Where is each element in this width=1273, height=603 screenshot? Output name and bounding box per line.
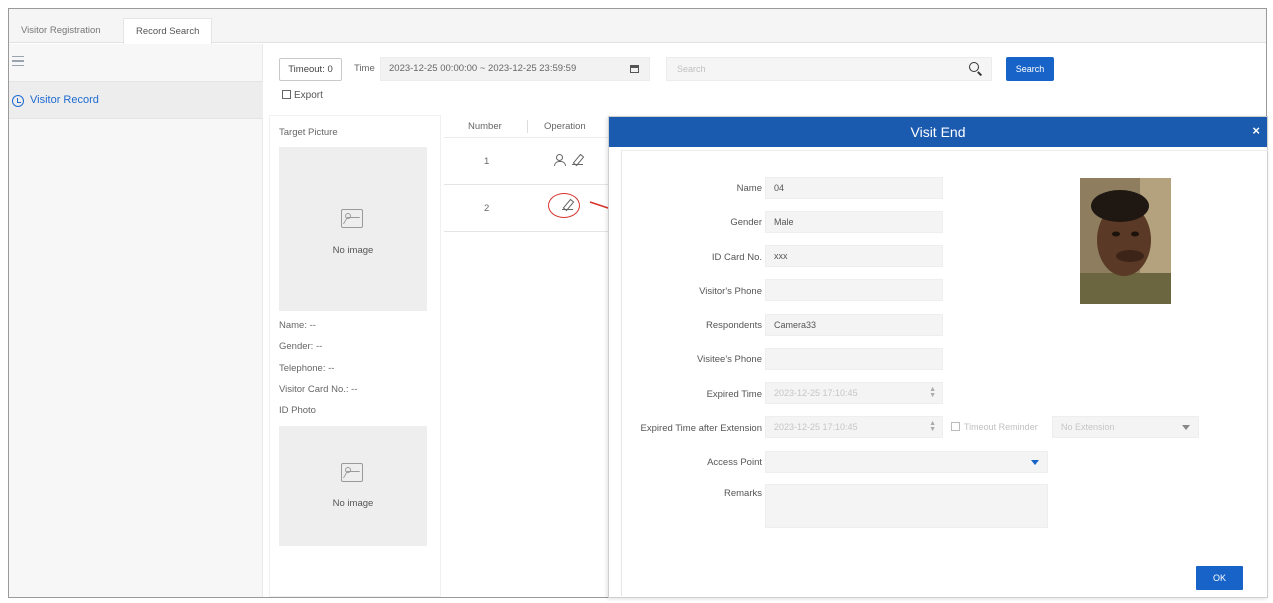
- search-input[interactable]: Search: [666, 57, 992, 81]
- person-icon[interactable]: [554, 154, 566, 166]
- extension-select[interactable]: No Extension: [1052, 416, 1199, 438]
- spinner-icon[interactable]: ▲ ▼: [929, 420, 936, 433]
- sidebar-item-label: Visitor Record: [30, 94, 99, 106]
- chevron-down-icon: [1182, 425, 1190, 430]
- sidebar: Visitor Record: [9, 44, 263, 597]
- gender-label: Gender: [730, 217, 762, 228]
- expired-ext-value: 2023-12-25 17:10:45: [774, 422, 858, 432]
- respondents-field[interactable]: Camera33: [765, 314, 943, 336]
- no-image-text: No image: [332, 498, 374, 509]
- table-header: Number Operation: [444, 115, 608, 138]
- timeout-reminder-checkbox[interactable]: [951, 422, 960, 431]
- id-card-label: ID Card No.: [711, 252, 762, 263]
- sidebar-item-visitor-record[interactable]: Visitor Record: [9, 81, 263, 119]
- target-picture-title: Target Picture: [279, 127, 338, 138]
- info-id-photo: ID Photo: [279, 405, 316, 416]
- expired-time-field[interactable]: 2023-12-25 17:10:45 ▲ ▼: [765, 382, 943, 404]
- export-button[interactable]: Export: [282, 90, 323, 101]
- target-picture-panel: Target Picture No image Name: -- Gender:…: [269, 115, 441, 597]
- visitee-phone-label: Visitee's Phone: [696, 354, 762, 365]
- search-button[interactable]: Search: [1006, 57, 1054, 81]
- expired-time-label: Expired Time: [706, 389, 762, 400]
- timeout-reminder-label: Timeout Reminder: [964, 422, 1038, 432]
- target-image-placeholder: No image: [279, 147, 427, 311]
- chevron-down-icon: [1031, 460, 1039, 465]
- timeout-button[interactable]: Timeout: 0: [279, 58, 342, 81]
- close-icon[interactable]: ×: [1252, 123, 1260, 138]
- visitor-phone-label: Visitor's Phone: [699, 286, 762, 297]
- info-gender: Gender: --: [279, 341, 323, 352]
- dialog-header: Visit End ×: [609, 117, 1267, 147]
- table-row[interactable]: 2: [444, 186, 608, 232]
- visitee-phone-field[interactable]: [765, 348, 943, 370]
- export-label: Export: [294, 90, 323, 101]
- expired-ext-label: Expired Time after Extension: [640, 423, 762, 434]
- export-icon: [282, 90, 291, 99]
- id-card-field[interactable]: xxx: [765, 245, 943, 267]
- extension-value: No Extension: [1061, 422, 1115, 432]
- column-operation: Operation: [544, 121, 586, 132]
- clock-icon: [12, 95, 24, 107]
- name-label: Name: [736, 183, 762, 194]
- row-number: 1: [484, 156, 490, 167]
- info-name: Name: --: [279, 320, 316, 331]
- time-label: Time: [354, 63, 375, 74]
- no-image-text: No image: [332, 245, 374, 256]
- tab-visitor-registration[interactable]: Visitor Registration: [9, 18, 113, 43]
- row-number: 2: [484, 203, 490, 214]
- gender-field[interactable]: Male: [765, 211, 943, 233]
- image-icon: [341, 463, 363, 482]
- tab-record-search[interactable]: Record Search: [123, 18, 213, 44]
- menu-toggle-icon[interactable]: [12, 56, 24, 66]
- table-row[interactable]: 1: [444, 139, 608, 185]
- remarks-label: Remarks: [723, 488, 762, 499]
- edit-icon[interactable]: [572, 154, 583, 165]
- spinner-icon[interactable]: ▲ ▼: [929, 386, 936, 399]
- column-number: Number: [468, 121, 502, 132]
- remarks-textarea[interactable]: [765, 484, 1048, 528]
- expired-time-value: 2023-12-25 17:10:45: [774, 388, 858, 398]
- name-field[interactable]: 04: [765, 177, 943, 199]
- expired-ext-field[interactable]: 2023-12-25 17:10:45 ▲ ▼: [765, 416, 943, 438]
- search-icon[interactable]: [969, 62, 983, 76]
- info-telephone: Telephone: --: [279, 363, 335, 374]
- visitor-phone-field[interactable]: [765, 279, 943, 301]
- respondents-label: Respondents: [706, 320, 762, 331]
- access-point-select[interactable]: [765, 451, 1048, 473]
- time-range-value: 2023-12-25 00:00:00 ~ 2023-12-25 23:59:5…: [389, 63, 577, 74]
- ok-button[interactable]: OK: [1196, 566, 1243, 590]
- access-point-label: Access Point: [707, 457, 762, 468]
- info-visitor-card: Visitor Card No.: --: [279, 384, 358, 395]
- tab-bar: Visitor Registration Record Search: [9, 9, 1266, 44]
- time-range-picker[interactable]: 2023-12-25 00:00:00 ~ 2023-12-25 23:59:5…: [380, 57, 650, 81]
- column-divider: [527, 120, 528, 133]
- visitor-photo: [1080, 178, 1171, 304]
- image-icon: [341, 209, 363, 228]
- id-photo-placeholder: No image: [279, 426, 427, 546]
- calendar-icon[interactable]: [630, 65, 639, 73]
- dialog-title: Visit End: [910, 124, 966, 140]
- annotation-circle: [548, 193, 580, 218]
